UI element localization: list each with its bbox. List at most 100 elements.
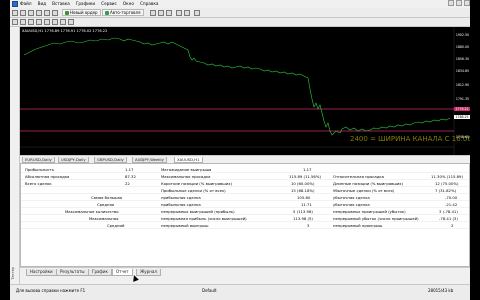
menu-tools[interactable]: Сервис <box>101 1 117 6</box>
candlestick-icon[interactable] <box>158 10 164 16</box>
report-value: -21.42 <box>445 202 458 207</box>
chart-shift-icon[interactable] <box>194 10 200 16</box>
report-value: 11.71 <box>301 202 312 207</box>
tab-report[interactable]: Отчет <box>112 269 133 276</box>
price-tick-label: 1856.30 <box>455 57 469 61</box>
profiles-icon[interactable] <box>20 10 26 16</box>
tester-report-table: Прибыльность 1.17 Матожидание выигрыша 1… <box>20 163 470 267</box>
auto-trading-button[interactable]: Авто-торговля <box>102 9 144 16</box>
report-value: -70.00 <box>445 195 458 200</box>
new-order-icon <box>65 10 69 15</box>
report-value: 2 <box>451 223 454 228</box>
table-row: Абсолютная просадка 87.32 Максимальная п… <box>21 173 469 180</box>
line-chart-icon[interactable] <box>166 10 172 16</box>
report-label: Средний <box>107 223 125 228</box>
auto-trading-label: Авто-торговля <box>110 9 141 15</box>
report-value: 87.32 <box>125 174 136 179</box>
fibonacci-icon[interactable] <box>60 19 66 25</box>
table-row: Всего сделок 22 Короткие позиции (% выиг… <box>21 180 469 187</box>
price-tick-label: 1746.60 <box>455 135 469 139</box>
app-logo-icon <box>12 1 18 7</box>
report-label: прибыльная сделка <box>161 195 201 200</box>
report-value: 22 <box>125 181 130 186</box>
report-value: 11.30% (115.89) <box>431 174 463 179</box>
zoom-in-icon[interactable] <box>176 10 182 16</box>
table-row: Средняя прибыльная сделка 11.71 убыточна… <box>21 201 469 208</box>
status-help-text: Для вызова справки нажмите F1 <box>16 288 86 293</box>
market-watch-icon[interactable] <box>28 10 34 16</box>
report-label: Короткие позиции (% выигравших) <box>161 181 232 186</box>
report-label: Относительная просадка <box>333 174 384 179</box>
price-series-line <box>23 37 451 136</box>
menu-help[interactable]: Справка <box>140 1 158 6</box>
menu-window[interactable]: Окно <box>123 1 134 6</box>
new-chart-icon[interactable] <box>12 10 18 16</box>
menu-view[interactable]: Вид <box>38 1 47 6</box>
terminal-icon[interactable] <box>44 10 50 16</box>
new-order-label: Новый ордер <box>70 9 98 15</box>
bar-chart-icon[interactable] <box>150 10 156 16</box>
chart-symbol-header: XAUUSD,H1 1776.89 1776.91 1776.02 1776.2… <box>22 29 108 33</box>
tester-icon[interactable] <box>52 10 58 16</box>
report-label: Максимальное количество <box>65 209 119 214</box>
menu-charts[interactable]: Графики <box>76 1 95 6</box>
report-value: -78.41 (3) <box>439 216 458 221</box>
menu-insert[interactable]: Вставка <box>52 1 70 6</box>
tester-side-label: Тестер <box>10 267 20 280</box>
cursor-icon[interactable] <box>12 19 18 25</box>
report-label: Самая большая <box>91 195 123 200</box>
price-tick-label: 1834.65 <box>455 69 469 73</box>
tab-graph[interactable]: График <box>88 269 112 276</box>
table-row: Самая большая прибыльная сделка 105.60 у… <box>21 194 469 201</box>
table-row: Прибыльность 1.17 Матожидание выигрыша 1… <box>21 166 469 173</box>
minimize-icon[interactable] <box>448 0 454 6</box>
report-label: Матожидание выигрыша <box>161 167 212 172</box>
report-value: 3 (-78.41) <box>439 209 458 214</box>
price-tick-label: 1812.90 <box>455 83 469 87</box>
left-panel-strip <box>10 27 20 285</box>
report-label: прибыльная сделка <box>161 202 201 207</box>
tab-journal[interactable]: Журнал <box>136 269 161 276</box>
price-tick-label: 1791.35 <box>455 97 469 101</box>
restore-icon[interactable] <box>456 0 462 6</box>
crosshair-icon[interactable] <box>20 19 26 25</box>
zoom-out-icon[interactable] <box>184 10 190 16</box>
new-order-button[interactable]: Новый ордер <box>62 9 101 16</box>
main-toolbar: Новый ордер Авто-торговля <box>10 8 470 18</box>
report-label: Средняя <box>97 202 115 207</box>
report-value: 10 (60.00%) <box>291 181 315 186</box>
trendline-icon[interactable] <box>44 19 50 25</box>
tester-tabs: Настройки Результаты График Отчет Журнал <box>20 267 470 277</box>
report-label: непрерывных проигрышей (убыток) <box>333 209 406 214</box>
report-label: непрерывный убыток (число проигрышей) <box>333 216 419 221</box>
navigator-icon[interactable] <box>36 10 42 16</box>
text-tool-icon[interactable] <box>68 19 74 25</box>
report-label: Прибыльные сделки (% от всех) <box>161 188 226 193</box>
report-label: Всего сделок <box>25 181 52 186</box>
tab-settings[interactable]: Настройки <box>26 269 57 276</box>
table-row: Средний непрерывный выигрыш 3 непрерывны… <box>21 222 469 229</box>
report-value: 115.89 (11.56%) <box>289 174 321 179</box>
table-row: Максимальное количество непрерывных выиг… <box>21 208 469 215</box>
report-label: убыточная сделка <box>333 202 370 207</box>
auto-trading-icon <box>105 10 109 15</box>
report-value: 5 (113.98) <box>293 209 313 214</box>
menu-file[interactable]: Файл <box>20 1 32 6</box>
table-row: Прибыльные сделки (% от всех) 15 (68.18%… <box>21 187 469 194</box>
close-icon[interactable] <box>464 0 470 6</box>
status-traffic: 28015/43 kb <box>428 288 454 293</box>
channel-icon[interactable] <box>52 19 58 25</box>
current-price-marker: 1776.22 <box>454 107 470 111</box>
menu-bar: Файл Вид Вставка Графики Сервис Окно Спр… <box>10 0 470 8</box>
vertical-line-icon[interactable] <box>28 19 34 25</box>
status-profile: Default <box>202 288 217 293</box>
price-marker: 1768.25 <box>454 115 470 119</box>
status-bar: Для вызова справки нажмите F1 Default 28… <box>10 284 470 300</box>
report-label: непрерывный проигрыш <box>333 223 383 228</box>
report-value: 105.60 <box>297 195 311 200</box>
price-chart[interactable]: XAUUSD,H1 1776.89 1776.91 1776.02 1776.2… <box>20 27 470 160</box>
drawing-toolbar <box>10 18 470 27</box>
price-tick-label: 1880.00 <box>455 45 469 49</box>
tab-results[interactable]: Результаты <box>56 269 89 276</box>
horizontal-line-icon[interactable] <box>36 19 42 25</box>
